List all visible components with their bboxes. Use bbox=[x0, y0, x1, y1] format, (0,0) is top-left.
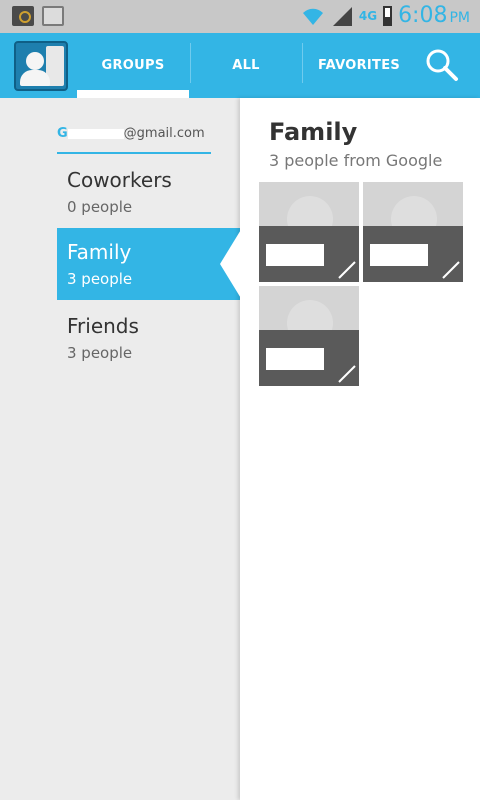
groups-list: G @gmail.com Coworkers 0 people Family 3 … bbox=[0, 98, 240, 800]
member-tile[interactable] bbox=[259, 286, 359, 386]
selected-tab-indicator bbox=[77, 90, 189, 98]
corner-triangle-icon bbox=[442, 261, 460, 279]
status-bar: 4G 6:08 PM bbox=[0, 0, 480, 33]
clock-time: 6:08 bbox=[398, 3, 448, 28]
corner-triangle-icon bbox=[338, 261, 356, 279]
search-icon[interactable] bbox=[420, 43, 464, 87]
system-indicators: 4G 6:08 PM bbox=[301, 3, 470, 28]
notification-icons bbox=[12, 6, 64, 26]
clock: 6:08 PM bbox=[398, 3, 470, 28]
group-item-friends[interactable]: Friends 3 people bbox=[57, 302, 240, 374]
group-detail-title: Family bbox=[269, 118, 358, 146]
group-item-family[interactable]: Family 3 people bbox=[57, 228, 240, 300]
account-header: G @gmail.com bbox=[57, 126, 211, 154]
gallery-icon bbox=[42, 6, 64, 26]
group-detail-subtitle: 3 people from Google bbox=[269, 151, 443, 170]
person-head-icon bbox=[26, 52, 44, 70]
member-name-redacted bbox=[266, 244, 324, 266]
camera-icon bbox=[12, 6, 34, 26]
group-count: 3 people bbox=[67, 270, 133, 288]
group-count: 0 people bbox=[67, 198, 133, 216]
contacts-app-icon[interactable] bbox=[14, 41, 68, 91]
member-tile[interactable] bbox=[259, 182, 359, 282]
member-name-redacted bbox=[370, 244, 428, 266]
member-name-redacted bbox=[266, 348, 324, 370]
account-suffix: @gmail.com bbox=[123, 126, 205, 141]
group-name: Family bbox=[67, 240, 132, 264]
member-tile[interactable] bbox=[363, 182, 463, 282]
person-body-icon bbox=[20, 70, 50, 86]
group-name: Coworkers bbox=[67, 168, 172, 192]
corner-triangle-icon bbox=[338, 365, 356, 383]
tab-favorites-label: FAVORITES bbox=[317, 58, 401, 73]
group-count: 3 people bbox=[67, 344, 133, 362]
selection-pointer bbox=[220, 228, 242, 300]
tab-groups[interactable]: GROUPS bbox=[77, 33, 189, 98]
tab-groups-label: GROUPS bbox=[101, 58, 165, 73]
tab-all-label: ALL bbox=[232, 58, 260, 73]
tab-all[interactable]: ALL bbox=[191, 33, 301, 98]
group-detail: Family 3 people from Google bbox=[240, 98, 480, 800]
account-redaction bbox=[67, 128, 124, 139]
clock-ampm: PM bbox=[449, 10, 470, 26]
battery-icon bbox=[383, 5, 393, 26]
signal-icon bbox=[332, 6, 352, 26]
group-item-coworkers[interactable]: Coworkers 0 people bbox=[57, 156, 240, 228]
wifi-icon bbox=[302, 8, 323, 25]
tab-favorites[interactable]: FAVORITES bbox=[303, 33, 415, 98]
account-prefix: G bbox=[57, 126, 68, 141]
action-bar: GROUPS ALL FAVORITES bbox=[0, 33, 480, 98]
group-name: Friends bbox=[67, 314, 139, 338]
network-type: 4G bbox=[358, 8, 378, 23]
